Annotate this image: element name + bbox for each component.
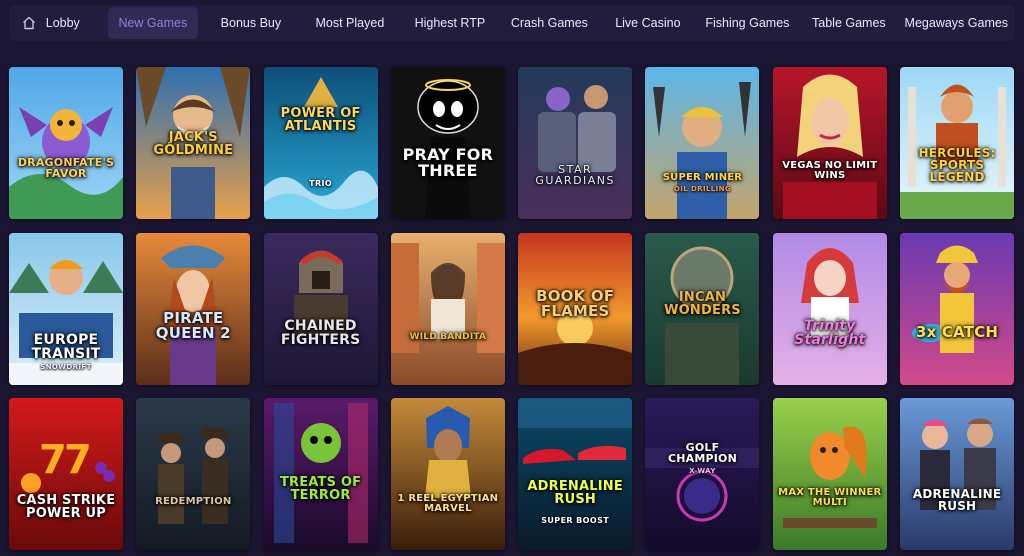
game-thumbnail [390,398,505,550]
game-thumbnail [390,232,505,385]
game-subtitle: SUPER BOOST [541,516,610,525]
game-thumbnail [772,67,887,219]
game-tile[interactable]: JACK'S GOLDMINE [136,67,251,219]
game-tile[interactable]: GOLF CHAMPION X-WAY [645,398,760,550]
nav-item-bonus-buy[interactable]: Bonus Buy [204,7,298,39]
nav-item-label: Crash Games [510,16,588,30]
game-tile[interactable]: DRAGONFATE'S FAVOR [9,67,123,219]
nav-item-fishing-games[interactable]: Fishing Games [695,7,800,39]
nav-item-most-played[interactable]: Most Played [298,7,402,39]
game-title: HERCULES: SPORTS LEGEND [918,146,996,184]
game-tile[interactable]: 1 REEL EGYPTIAN MARVEL [390,398,505,550]
game-title: POWER OF ATLANTIS [280,106,361,134]
nav-item-table-games[interactable]: Table Games [800,7,898,39]
game-tile[interactable]: CHAINED FIGHTERS [263,232,378,385]
game-tile[interactable]: POWER OF ATLANTIS TRIO [263,67,378,219]
game-tile[interactable]: Trinity Starlight [772,232,887,385]
nav-item-label: Highest RTP [414,16,486,30]
nav-item-label: Lobby [45,16,80,30]
game-tile[interactable]: REDEMPTION [136,398,251,550]
game-thumbnail [518,67,633,219]
game-thumbnail [136,398,251,550]
game-tile[interactable]: HERCULES: SPORTS LEGEND [900,67,1015,219]
svg-text:7: 7 [39,437,67,483]
game-grid: DRAGONFATE'S FAVOR JACK'S GOLDMINE POWER… [9,67,1015,550]
game-thumbnail [900,67,1015,219]
game-tile[interactable]: STAR GUARDIANS [518,67,633,219]
game-title: DRAGONFATE'S FAVOR [17,156,115,180]
nav-item-label: Fishing Games [705,16,790,30]
game-subtitle: X-WAY [689,467,716,475]
game-thumbnail [263,232,378,385]
game-subtitle: OIL DRILLING [673,185,732,193]
game-title: TREATS OF TERROR [279,475,362,503]
game-thumbnail [9,67,123,219]
game-subtitle: SNOWDRIFT [40,362,92,371]
svg-text:7: 7 [64,437,92,483]
nav-item-megaways-games[interactable]: Megaways Games [898,7,1015,39]
game-title: ADRENALINE RUSH [912,487,1002,513]
game-title: VEGAS NO LIMIT WINS [782,160,878,181]
game-tile[interactable]: WILD BANDITA [390,232,505,385]
game-title: 3x CATCH [915,322,999,341]
game-title: STAR GUARDIANS [535,163,616,187]
nav-item-lobby[interactable]: Lobby [9,7,92,39]
game-tile[interactable]: VEGAS NO LIMIT WINS [772,67,887,219]
game-tile[interactable]: ADRENALINE RUSH SUPER BOOST [518,398,633,550]
game-title: PRAY FOR THREE [402,145,494,180]
nav-item-label: Table Games [812,16,886,30]
game-title: EUROPE TRANSIT [31,331,101,362]
game-title: GOLF CHAMPION [667,441,738,465]
game-title: MAX THE WINNER MULTI [778,487,882,508]
game-tile[interactable]: INCAN WONDERS [645,232,760,385]
game-title: REDEMPTION [155,496,232,507]
game-title: INCAN WONDERS [664,289,741,318]
nav-item-label: Live Casino [615,16,681,30]
game-thumbnail [772,232,887,385]
game-tile[interactable]: ADRENALINE RUSH [900,398,1015,550]
nav-item-highest-rtp[interactable]: Highest RTP [402,7,498,39]
game-tile[interactable]: BOOK OF FLAMES [518,232,633,385]
game-tile[interactable]: EUROPE TRANSIT SNOWDRIFT [9,232,123,385]
home-icon [22,16,35,30]
game-thumbnail [900,232,1015,385]
nav-item-live-casino[interactable]: Live Casino [601,7,695,39]
game-title: BOOK OF FLAMES [536,286,615,320]
game-title: SUPER MINER [662,172,743,183]
game-title: ADRENALINE RUSH [527,479,623,507]
nav-item-label: Most Played [315,16,385,30]
game-thumbnail: 7 7 [9,398,123,550]
nav-item-crash-games[interactable]: Crash Games [498,7,601,39]
game-thumbnail [900,398,1015,550]
game-thumbnail [772,398,887,550]
nav-item-label: Megaways Games [904,16,1009,30]
game-title: PIRATE QUEEN 2 [155,308,231,342]
game-tile[interactable]: SUPER MINER OIL DRILLING [645,67,760,219]
game-tile[interactable]: PRAY FOR THREE [390,67,505,219]
game-title: JACK'S GOLDMINE [153,130,234,158]
game-tile[interactable]: MAX THE WINNER MULTI [772,398,887,550]
game-thumbnail [390,67,505,219]
game-thumbnail [518,398,633,550]
game-title: CHAINED FIGHTERS [280,317,361,348]
game-tile[interactable]: PIRATE QUEEN 2 [136,232,251,385]
game-thumbnail [263,398,378,550]
nav-item-label: New Games [118,16,188,30]
category-nav: Lobby New Games Bonus Buy Most Played Hi… [9,5,1015,41]
game-thumbnail [263,67,378,219]
game-title: Trinity Starlight [794,317,866,348]
game-title: WILD BANDITA [409,331,487,342]
game-thumbnail [645,67,760,219]
nav-item-label: Bonus Buy [220,16,282,30]
game-title: 1 REEL EGYPTIAN MARVEL [397,493,499,514]
game-tile[interactable]: 7 7 CASH STRIKE POWER UP [9,398,123,550]
game-tile[interactable]: 3x CATCH [900,232,1015,385]
nav-item-new-games[interactable]: New Games [107,7,199,39]
game-title: CASH STRIKE POWER UP [16,493,116,521]
game-tile[interactable]: TREATS OF TERROR [263,398,378,550]
game-subtitle: TRIO [309,179,333,188]
